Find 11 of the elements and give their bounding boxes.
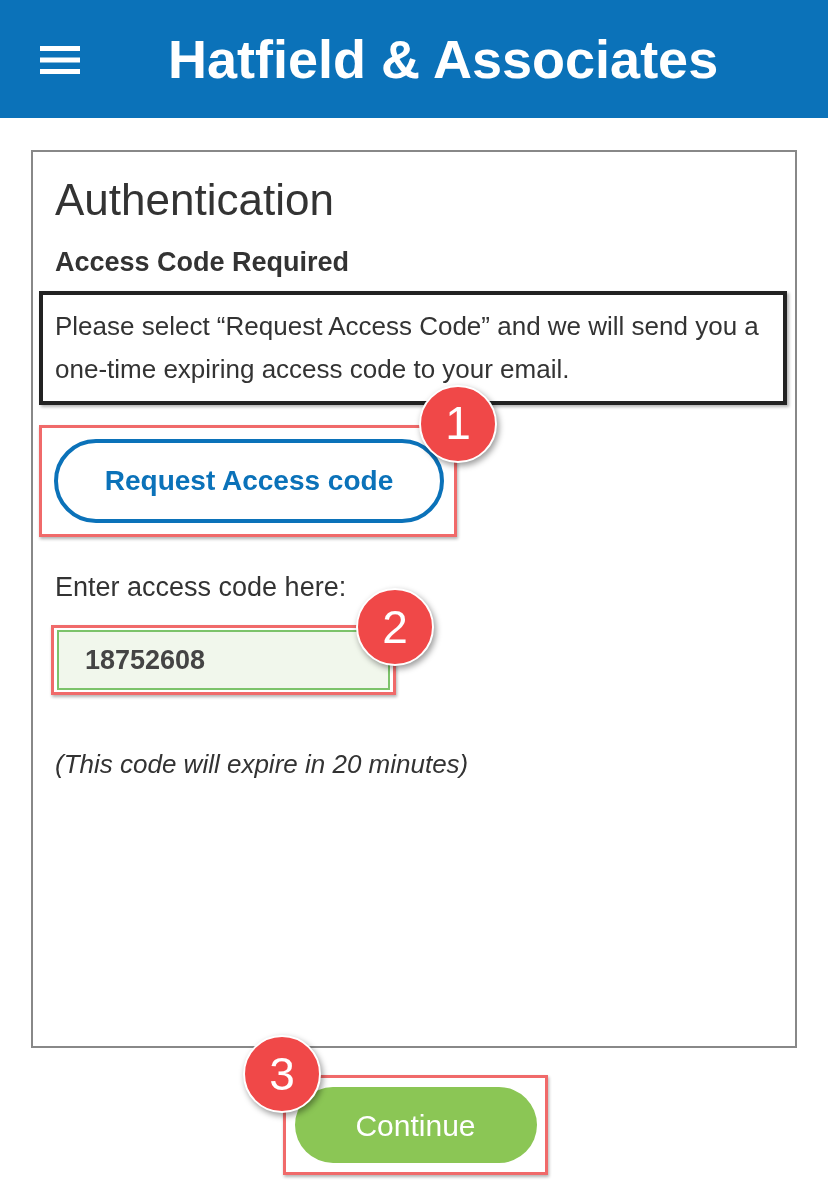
step-badge: 2 bbox=[356, 588, 434, 666]
field-label: Enter access code here: bbox=[54, 570, 348, 604]
menu-icon[interactable] bbox=[40, 46, 80, 74]
request-code-button[interactable]: Request Access code bbox=[54, 438, 444, 523]
card-subheading: Access Code Required bbox=[54, 246, 351, 279]
app-title: Hatfield & Associates bbox=[168, 27, 719, 91]
step-badge: 1 bbox=[419, 384, 497, 463]
card-heading: Authentication bbox=[54, 174, 335, 226]
step-badge: 3 bbox=[243, 1035, 321, 1113]
expiry-note: (This code will expire in 20 minutes) bbox=[54, 748, 470, 781]
instructions-text: Please select “Request Access Code” and we will send you a one-time expiring access code to your email. bbox=[55, 309, 760, 386]
